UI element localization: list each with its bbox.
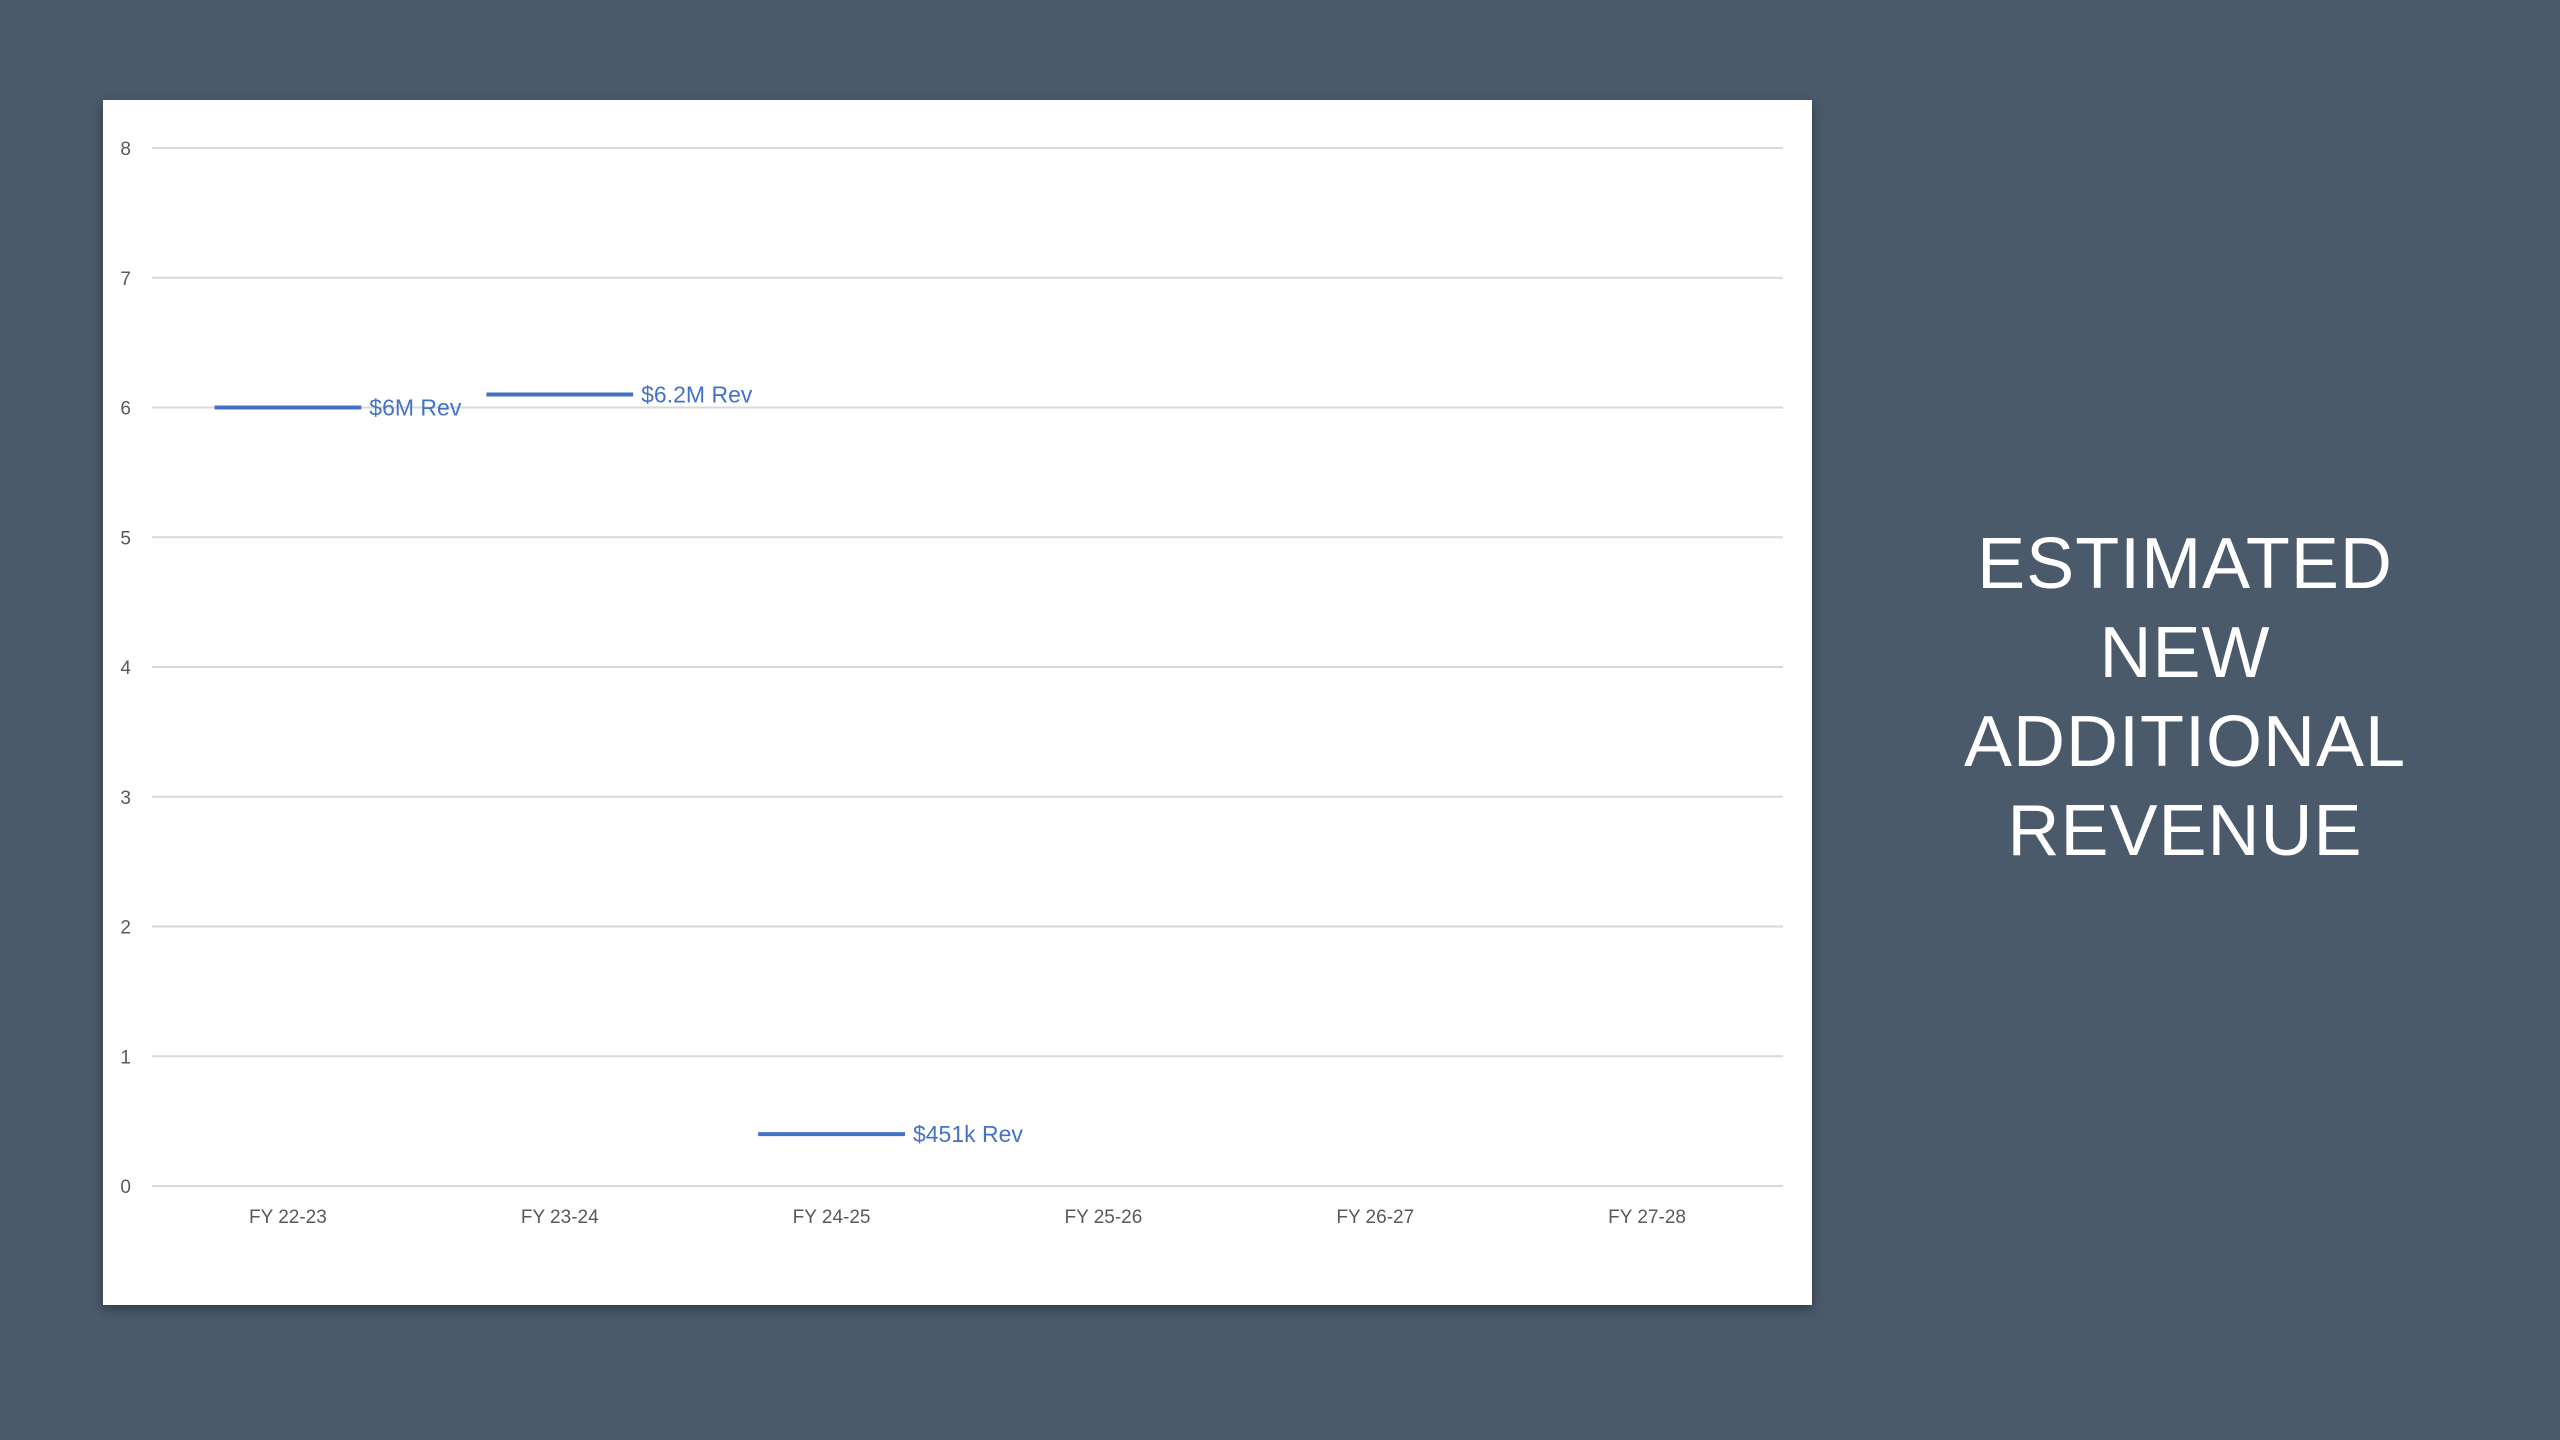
revenue-chart: 0 1 2 3 4 5 6 7 8 FY 22-23 FY 23-24 FY 24-25 FY 25-2…: [120, 139, 1783, 1228]
x-tick-label: FY 23-24: [521, 1207, 599, 1228]
y-tick-label: 2: [120, 918, 131, 939]
y-tick-label: 5: [120, 528, 131, 549]
x-tick-label: FY 27-28: [1608, 1207, 1686, 1228]
x-tick-label: FY 22-23: [249, 1207, 327, 1228]
y-tick-label: 8: [120, 139, 131, 160]
data-label: $451k Rev: [913, 1121, 1023, 1147]
data-label: $6.2M Rev: [641, 382, 753, 408]
y-tick-label: 3: [120, 788, 131, 809]
x-tick-label: FY 25-26: [1065, 1207, 1143, 1228]
slide-title: ESTIMATED NEW ADDITIONAL REVENUE: [1880, 520, 2490, 876]
x-tick-label: FY 26-27: [1336, 1207, 1414, 1228]
x-tick-label: FY 24-25: [793, 1207, 871, 1228]
y-tick-label: 6: [120, 399, 131, 420]
slide-title-line: ESTIMATED: [1977, 524, 2393, 604]
y-tick-label: 7: [120, 269, 131, 290]
data-label: $6M Rev: [369, 395, 462, 421]
y-tick-label: 1: [120, 1047, 131, 1068]
slide-title-line: ADDITIONAL: [1963, 702, 2407, 782]
y-tick-label: 4: [120, 658, 131, 679]
chart-card: 0 1 2 3 4 5 6 7 8 FY 22-23 FY 23-24 FY 24-25 FY 25-2…: [103, 100, 1812, 1305]
slide-title-line: REVENUE: [2007, 791, 2363, 871]
y-tick-label: 0: [120, 1177, 131, 1198]
slide-title-line: NEW: [2099, 613, 2271, 693]
